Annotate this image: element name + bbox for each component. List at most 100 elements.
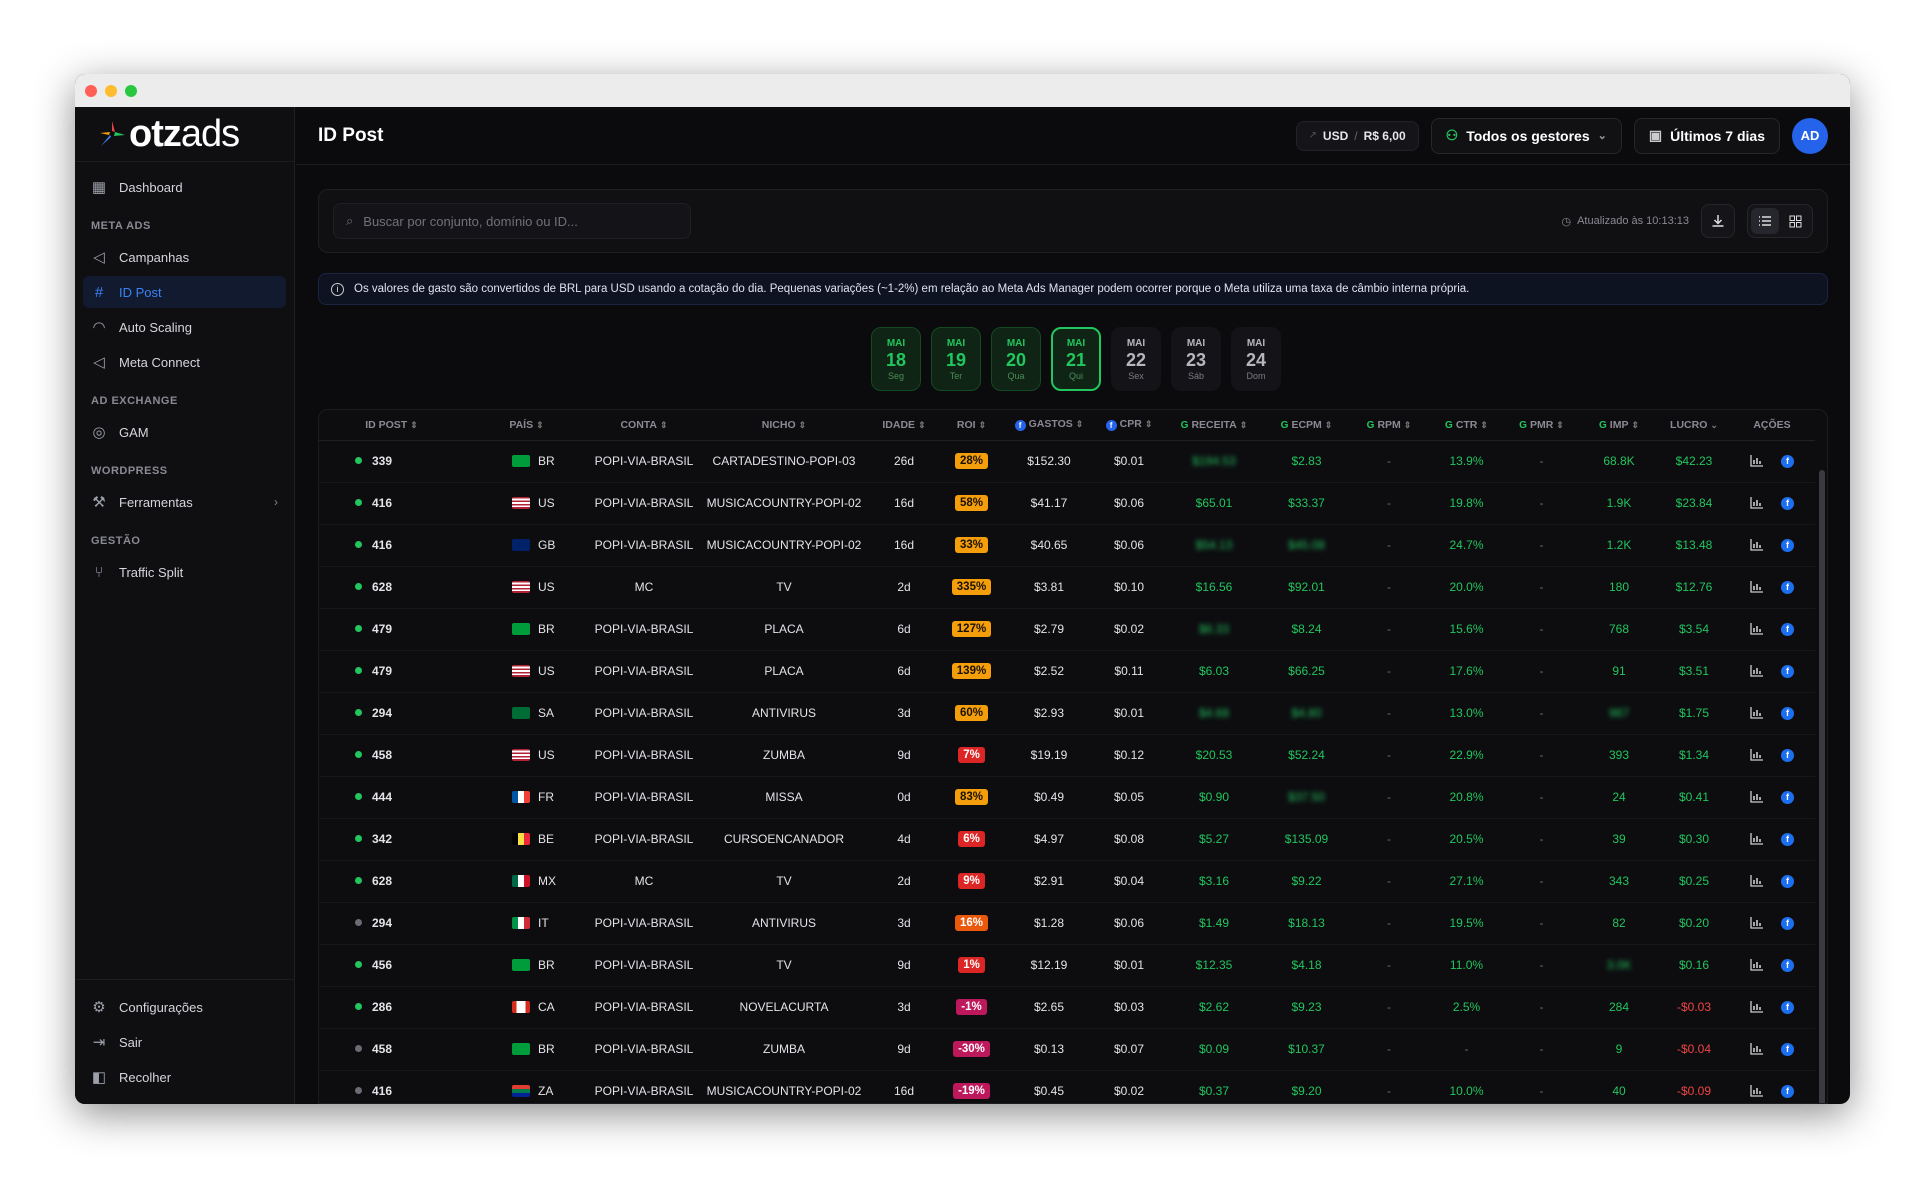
chart-icon[interactable] [1750,749,1763,761]
chart-icon[interactable] [1750,959,1763,971]
chart-icon[interactable] [1750,707,1763,719]
facebook-icon[interactable]: f [1781,538,1794,552]
column-header[interactable]: G RPM ⇕ [1349,410,1429,441]
column-header[interactable]: ID POST ⇕ [319,410,464,441]
column-header[interactable]: G IMP ⇕ [1579,410,1659,441]
table-row[interactable]: 286 CA POPI-VIA-BRASIL NOVELACURTA 3d -1% $2.6… [319,986,1815,1029]
facebook-icon[interactable]: f [1781,1000,1794,1014]
day-chip-month: MAI [886,337,906,349]
day-chip[interactable]: MAI 19 Ter [931,327,981,391]
table-row[interactable]: 479 BR POPI-VIA-BRASIL PLACA 6d 127% $2.79 $0.0… [319,608,1815,651]
chart-icon[interactable] [1750,581,1763,593]
column-header[interactable]: NICHO ⇕ [699,410,869,441]
chart-icon[interactable] [1750,1001,1763,1013]
managers-dropdown[interactable]: ⚇ Todos os gestores ⌄ [1430,117,1622,154]
facebook-icon[interactable]: f [1781,622,1794,636]
day-chip[interactable]: MAI 21 Qui [1051,327,1101,391]
column-header[interactable]: G ECPM ⇕ [1264,410,1349,441]
column-header[interactable]: G PMR ⇕ [1504,410,1579,441]
facebook-icon[interactable]: f [1781,916,1794,930]
column-header[interactable]: PAÍS ⇕ [464,410,589,441]
facebook-icon[interactable]: f [1781,706,1794,720]
chart-icon[interactable] [1750,791,1763,803]
close-window-button[interactable] [85,84,97,97]
chart-icon[interactable] [1750,455,1763,467]
facebook-icon[interactable]: f [1781,958,1794,972]
chart-icon[interactable] [1750,497,1763,509]
maximize-window-button[interactable] [125,84,137,97]
facebook-icon[interactable]: f [1781,748,1794,762]
column-header[interactable]: f CPR ⇕ [1094,410,1164,441]
table-row[interactable]: 416 ZA POPI-VIA-BRASIL MUSICACOUNTRY-POPI-0… [319,1070,1815,1103]
sidebar-item-ferramentas[interactable]: ⚒ Ferramentas › [83,486,286,518]
facebook-icon[interactable]: f [1781,832,1794,846]
sidebar-item-gam[interactable]: ◎ GAM [83,416,286,448]
day-chip[interactable]: MAI 20 Qua [991,327,1041,391]
facebook-icon[interactable]: f [1781,874,1794,888]
facebook-icon[interactable]: f [1781,454,1794,468]
period-picker[interactable]: ▣ Últimos 7 dias [1633,117,1780,154]
sidebar-item-dashboard[interactable]: ▦ Dashboard [83,171,286,203]
sidebar-item-campanhas[interactable]: ◁ Campanhas [83,241,286,273]
cell-nicho: NOVELACURTA [699,986,869,1029]
table-row[interactable]: 458 BR POPI-VIA-BRASIL ZUMBA 9d -30% $0.13 $0.0… [319,1028,1815,1071]
sidebar-item-configuracoes[interactable]: ⚙ Configurações [83,991,286,1023]
facebook-icon[interactable]: f [1781,496,1794,510]
table-row[interactable]: 416 GB POPI-VIA-BRASIL MUSICACOUNTRY-POPI-0… [319,524,1815,567]
chart-icon[interactable] [1750,1043,1763,1055]
day-chip[interactable]: MAI 22 Sex [1111,327,1161,391]
download-button[interactable] [1701,204,1735,238]
table-row[interactable]: 479 US POPI-VIA-BRASIL PLACA 6d 139% $2.52 $0.1… [319,650,1815,693]
table-row[interactable]: 416 US POPI-VIA-BRASIL MUSICACOUNTRY-POPI-0… [319,482,1815,525]
chart-icon[interactable] [1750,1085,1763,1097]
column-header[interactable]: ROI ⇕ [939,410,1004,441]
app-logo[interactable]: otz ads [75,107,294,162]
sidebar-item-sair[interactable]: ⇥ Sair [83,1026,286,1058]
column-header[interactable]: G RECEITA ⇕ [1164,410,1264,441]
chart-icon[interactable] [1750,539,1763,551]
table-row[interactable]: 294 IT POPI-VIA-BRASIL ANTIVIRUS 3d 16% $1.28 $… [319,902,1815,945]
facebook-icon[interactable]: f [1781,1042,1794,1056]
chart-icon[interactable] [1750,665,1763,677]
column-header[interactable]: f GASTOS ⇕ [1004,410,1094,441]
table-row[interactable]: 342 BE POPI-VIA-BRASIL CURSOENCANADOR 4d 6% $4… [319,818,1815,861]
facebook-icon[interactable]: f [1781,664,1794,678]
table-scrollbar[interactable] [1819,470,1825,1103]
column-header[interactable]: LUCRO ⌄ [1659,410,1729,441]
sidebar-item-meta-connect[interactable]: ◁ Meta Connect [83,346,286,378]
cell-ctr: 15.6% [1429,608,1504,651]
table-row[interactable]: 294 SA POPI-VIA-BRASIL ANTIVIRUS 3d 60% $2.93 $… [319,692,1815,735]
facebook-icon[interactable]: f [1781,580,1794,594]
table-row[interactable]: 339 BR POPI-VIA-BRASIL CARTADESTINO-POPI-03… [319,440,1815,483]
sidebar-item-recolher[interactable]: ◧ Recolher [83,1061,286,1093]
table-row[interactable]: 456 BR POPI-VIA-BRASIL TV 9d 1% $12.19 $0.01 $12… [319,944,1815,987]
chart-icon[interactable] [1750,623,1763,635]
table-row[interactable]: 458 US POPI-VIA-BRASIL ZUMBA 9d 7% $19.19 $0.12… [319,734,1815,777]
facebook-icon[interactable]: f [1781,1084,1794,1098]
chart-icon[interactable] [1750,875,1763,887]
minimize-window-button[interactable] [105,84,117,97]
avatar[interactable]: AD [1792,117,1828,154]
sidebar-item-traffic-split[interactable]: ⑂ Traffic Split [83,556,286,588]
sidebar-item-auto-scaling[interactable]: ◠ Auto Scaling [83,311,286,343]
table-row[interactable]: 444 FR POPI-VIA-BRASIL MISSA 0d 83% $0.49 $0.05… [319,776,1815,819]
split-icon: ⑂ [94,563,104,581]
chart-icon[interactable] [1750,917,1763,929]
column-header[interactable]: CONTA ⇕ [589,410,699,441]
search-input[interactable] [363,213,664,229]
grid-view-button[interactable] [1781,208,1809,234]
day-chip[interactable]: MAI 24 Dom [1231,327,1281,391]
day-chip[interactable]: MAI 18 Seg [871,327,921,391]
cell-ecpm: $52.24 [1264,734,1349,777]
table-row[interactable]: 628 US MC TV 2d 335% $3.81 $0.10 $16.56 $92.01 - 20… [319,566,1815,609]
cell-ctr: 20.0% [1429,566,1504,609]
cell-ctr-value: 27.1% [1449,874,1484,888]
list-view-button[interactable] [1751,208,1779,234]
column-header[interactable]: IDADE ⇕ [869,410,939,441]
sidebar-item-id-post[interactable]: # ID Post [83,276,286,308]
column-header[interactable]: G CTR ⇕ [1429,410,1504,441]
day-chip[interactable]: MAI 23 Sáb [1171,327,1221,391]
facebook-icon[interactable]: f [1781,790,1794,804]
table-row[interactable]: 628 MX MC TV 2d 9% $2.91 $0.04 $3.16 $9.22 - 27.1% -… [319,860,1815,903]
chart-icon[interactable] [1750,833,1763,845]
